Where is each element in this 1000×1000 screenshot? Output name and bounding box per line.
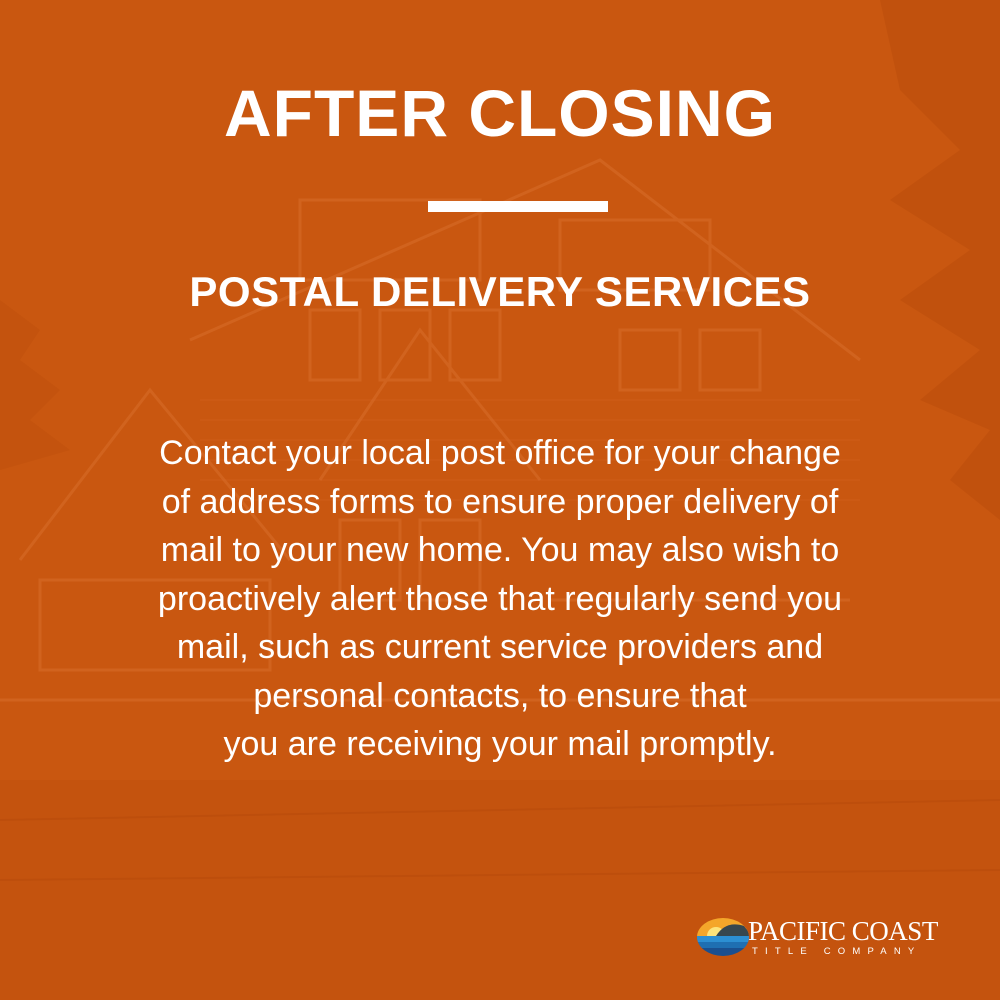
title-divider [428,201,608,212]
logo-company-name: PACIFIC COAST [748,916,938,946]
body-paragraph: Contact your local post office for your … [157,434,843,763]
page-title: AFTER CLOSING [224,76,776,150]
info-card: AFTER CLOSING POSTAL DELIVERY SERVICES C… [0,0,1000,1000]
company-logo: PACIFIC COAST TITLE COMPANY [696,914,966,964]
section-subtitle: POSTAL DELIVERY SERVICES [189,268,811,315]
sunset-wave-logo-icon [697,918,749,956]
logo-tagline: TITLE COMPANY [752,946,922,957]
